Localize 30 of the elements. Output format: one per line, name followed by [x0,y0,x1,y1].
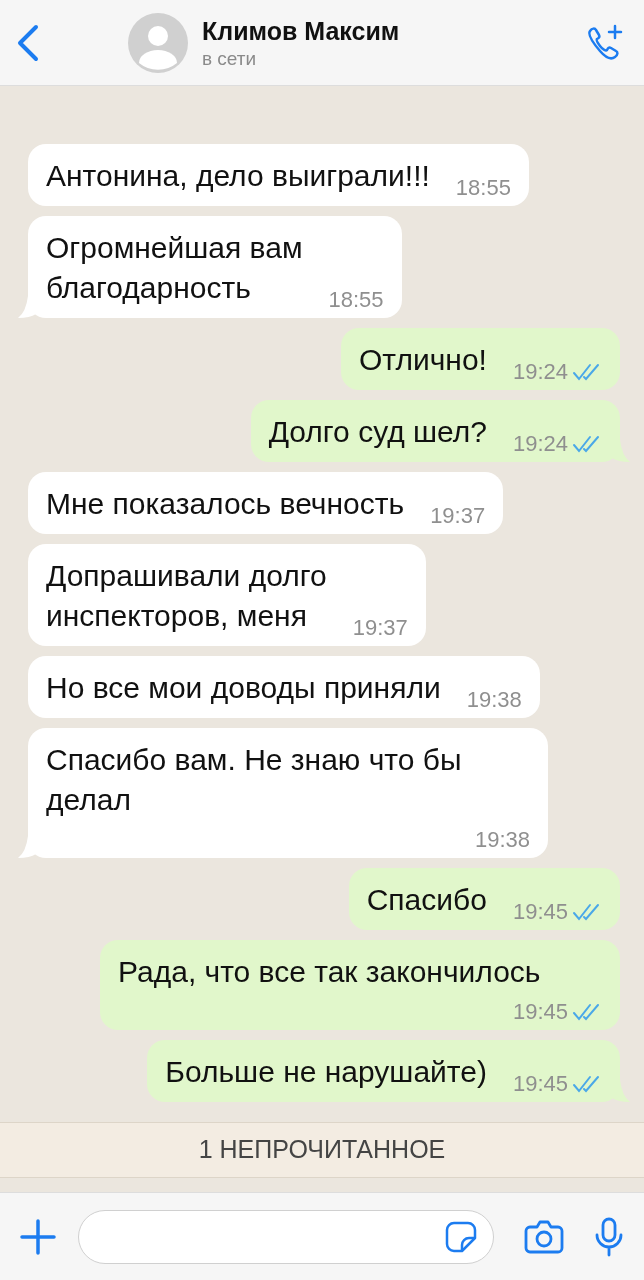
message-time: 19:38 [466,686,522,714]
message-text: Долго суд шел? [268,414,487,450]
message-time: 19:24 [512,430,568,458]
message-time: 19:45 [512,1070,568,1098]
message-text: Огромнейшая вам благодарность [46,230,303,306]
message-time: 18:55 [328,286,384,314]
sticker-icon[interactable] [445,1220,477,1253]
message-time: 19:45 [512,998,568,1026]
message-time: 18:55 [455,174,511,202]
camera-icon[interactable] [524,1219,564,1254]
message-time: 19:24 [512,358,568,386]
message-text: Мне показалось вечность [46,486,405,522]
message-text: Спасибо [366,882,487,918]
message-time: 19:37 [430,502,486,530]
message-text: Больше не нарушайте) [165,1054,487,1090]
message-input[interactable] [78,1209,494,1264]
message-text: Отлично! [359,342,487,378]
message-time: 19:45 [512,898,568,926]
message-time: 19:37 [352,614,408,642]
message-text: Допрашивали долго инспекторов, меня [46,558,327,634]
message-text: Антонина, дело выиграли!!! [46,158,430,194]
contact-status: в сети [202,46,258,71]
microphone-icon[interactable] [594,1216,624,1257]
message-time: 19:38 [474,826,530,854]
contact-name: Климов Максим [202,15,401,47]
unread-label: 1 НЕПРОЧИТАННОЕ [198,1134,446,1166]
plus-icon[interactable] [20,1218,56,1255]
message-text: Но все мои доводы приняли [46,670,441,706]
message-text: Спасибо вам. Не знаю что бы делал [46,742,463,818]
message-text: Рада, что все так закончилось [118,954,542,990]
